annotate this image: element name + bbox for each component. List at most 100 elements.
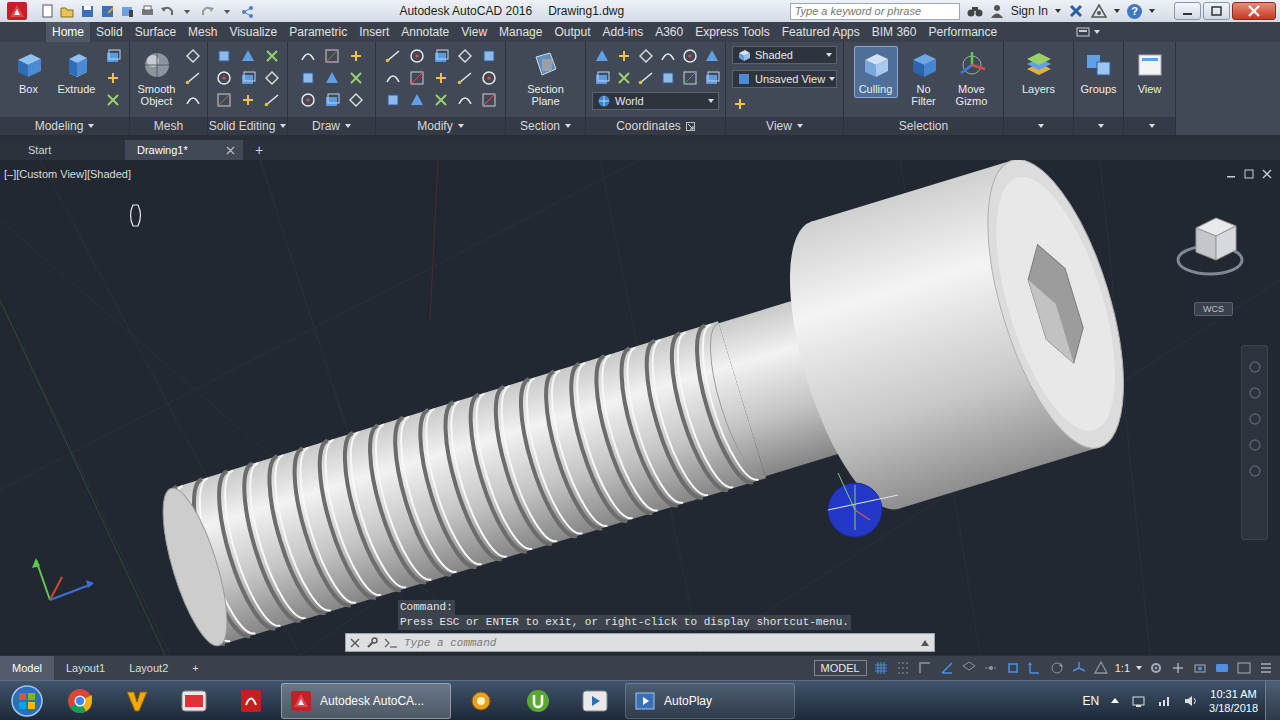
taskbar-window-button[interactable]: AutoPlay [625, 683, 795, 719]
annotation-scale[interactable]: 1:1 [1115, 662, 1130, 674]
ribbon-tab-label[interactable]: Manage [499, 25, 542, 39]
command-history-toggle-icon[interactable] [920, 639, 930, 647]
share-icon[interactable] [240, 4, 255, 19]
panel-menu-icon[interactable] [458, 124, 464, 128]
ribbon-tab-label[interactable]: Parametric [289, 25, 347, 39]
panel-menu-icon[interactable] [1098, 124, 1104, 128]
ribbon-tab-label[interactable]: View [461, 25, 487, 39]
ribbon-tab-label[interactable]: Add-ins [603, 25, 644, 39]
panel-menu-icon[interactable] [1038, 124, 1044, 128]
ribbon-tool-icon[interactable] [455, 90, 475, 110]
ribbon-button-label[interactable]: Box [19, 83, 38, 95]
ribbon-button-label[interactable]: Culling [859, 83, 893, 95]
ribbon-tab-label[interactable]: Solid [96, 25, 123, 39]
dropdown-arrow-icon[interactable] [829, 77, 835, 81]
help-button[interactable]: ? [1127, 4, 1142, 19]
ribbon-tool-icon[interactable] [680, 46, 700, 66]
panel-label[interactable]: Selection [844, 117, 1003, 135]
ribbon-tab[interactable]: Insert [353, 22, 395, 42]
selection-cycling-icon[interactable] [1049, 660, 1065, 676]
dropdown-value[interactable]: World [615, 95, 644, 107]
ribbon-tab-label[interactable]: Annotate [401, 25, 449, 39]
ribbon-button-label[interactable]: Move Gizmo [952, 83, 992, 107]
clock-time[interactable]: 10:31 AM [1210, 687, 1256, 701]
save-icon[interactable] [80, 4, 95, 19]
taskbar-pinned-app[interactable] [454, 683, 508, 719]
grid-icon[interactable] [873, 660, 889, 676]
object-snap-tracking-icon[interactable] [983, 660, 999, 676]
autoplay-app-icon[interactable] [634, 690, 656, 712]
ribbon-tool-icon[interactable] [479, 68, 499, 88]
ribbon-button-label[interactable]: No Filter [904, 83, 944, 107]
dropdown[interactable]: Unsaved View [732, 70, 837, 88]
layout-tab-label[interactable]: Layout1 [66, 662, 105, 674]
action-center-icon[interactable] [1131, 694, 1147, 708]
ribbon-tab-label[interactable]: Visualize [229, 25, 277, 39]
ribbon-button[interactable]: View [1128, 46, 1172, 98]
ribbon-tab[interactable]: A360 [649, 22, 689, 42]
ribbon-button-label[interactable]: Smooth Object [137, 83, 177, 107]
ribbon-button[interactable]: Extrude [55, 46, 99, 98]
ribbon-tab[interactable]: Add-ins [597, 22, 650, 42]
annotation-scale-icon[interactable] [1093, 660, 1109, 676]
taskbar-pinned-app[interactable] [53, 683, 107, 719]
ribbon-button-label[interactable]: Layers [1022, 83, 1055, 95]
dynamic-ucs-icon[interactable] [1027, 660, 1043, 676]
ribbon-options-menu-icon[interactable] [1094, 30, 1100, 34]
panel-label[interactable]: Coordinates [586, 117, 725, 135]
ribbon-tool-icon[interactable] [214, 68, 234, 88]
taskbar-window-label[interactable]: Autodesk AutoCA... [320, 694, 424, 708]
ribbon-tab-label[interactable]: Express Tools [695, 25, 769, 39]
ribbon-tool-icon[interactable] [407, 68, 427, 88]
viewport-restore-icon[interactable] [1244, 169, 1254, 179]
layout-tab[interactable]: Layout1 [54, 656, 117, 680]
isodraft-icon[interactable] [961, 660, 977, 676]
ribbon-tool-icon[interactable] [455, 46, 475, 66]
ribbon-tab[interactable]: Home [46, 22, 90, 42]
ribbon-tool-icon[interactable] [322, 90, 342, 110]
panel-label[interactable] [1004, 117, 1073, 135]
groups-icon[interactable] [1083, 49, 1115, 81]
workspace-icon[interactable] [1148, 660, 1164, 676]
model-viewport[interactable]: [–][Custom View][Shaded]WCSCommand:Press… [0, 160, 1280, 655]
ribbon-tool-icon[interactable] [431, 46, 451, 66]
ribbon-tool-icon[interactable] [658, 46, 678, 66]
ribbon-tab[interactable]: Surface [129, 22, 182, 42]
ribbon-tool-icon[interactable] [383, 90, 403, 110]
ribbon-tool-icon[interactable] [183, 46, 203, 66]
print-icon[interactable] [140, 4, 155, 19]
view-icon[interactable] [1134, 49, 1166, 81]
ribbon-tab-label[interactable]: Output [554, 25, 590, 39]
chrome-icon[interactable] [67, 688, 93, 714]
ribbon-tool-icon[interactable] [298, 90, 318, 110]
drawing-canvas[interactable] [0, 160, 1280, 655]
user-icon[interactable] [990, 4, 1004, 18]
ribbon-tool-icon[interactable] [636, 46, 656, 66]
taskbar-window-button[interactable]: Autodesk AutoCA... [281, 683, 451, 719]
undo-menu-icon[interactable] [180, 4, 195, 19]
ribbon-tool-icon[interactable] [479, 46, 499, 66]
ribbon-tool-icon[interactable] [322, 46, 342, 66]
panel-title[interactable]: Mesh [154, 119, 183, 133]
panel-title[interactable]: Modify [417, 119, 452, 133]
network-icon[interactable] [1157, 694, 1173, 708]
layout-tab-label[interactable]: Layout2 [129, 662, 168, 674]
panel-menu-icon[interactable] [280, 124, 286, 128]
ribbon-tool-icon[interactable] [592, 46, 612, 66]
ribbon-button-label[interactable]: Section Plane [526, 83, 566, 107]
taskbar-pinned-app[interactable] [568, 683, 622, 719]
ribbon-button-label[interactable]: Groups [1080, 83, 1116, 95]
ribbon-tool-icon[interactable] [238, 90, 258, 110]
undo-icon[interactable] [160, 4, 175, 19]
move-gizmo-icon[interactable] [956, 49, 988, 81]
ribbon-tool-icon[interactable] [214, 46, 234, 66]
ribbon-tool-icon[interactable] [431, 68, 451, 88]
viewport-minimize-icon[interactable] [1226, 169, 1236, 179]
ribbon-tab[interactable]: Annotate [395, 22, 455, 42]
panel-label[interactable]: Section [506, 117, 585, 135]
file-tab-label[interactable]: Drawing1* [137, 144, 188, 156]
panel-title[interactable]: Section [520, 119, 560, 133]
ribbon-tool-icon[interactable] [346, 68, 366, 88]
navigation-tool-icon[interactable] [1248, 360, 1262, 374]
ribbon-button-label[interactable]: View [1138, 83, 1162, 95]
